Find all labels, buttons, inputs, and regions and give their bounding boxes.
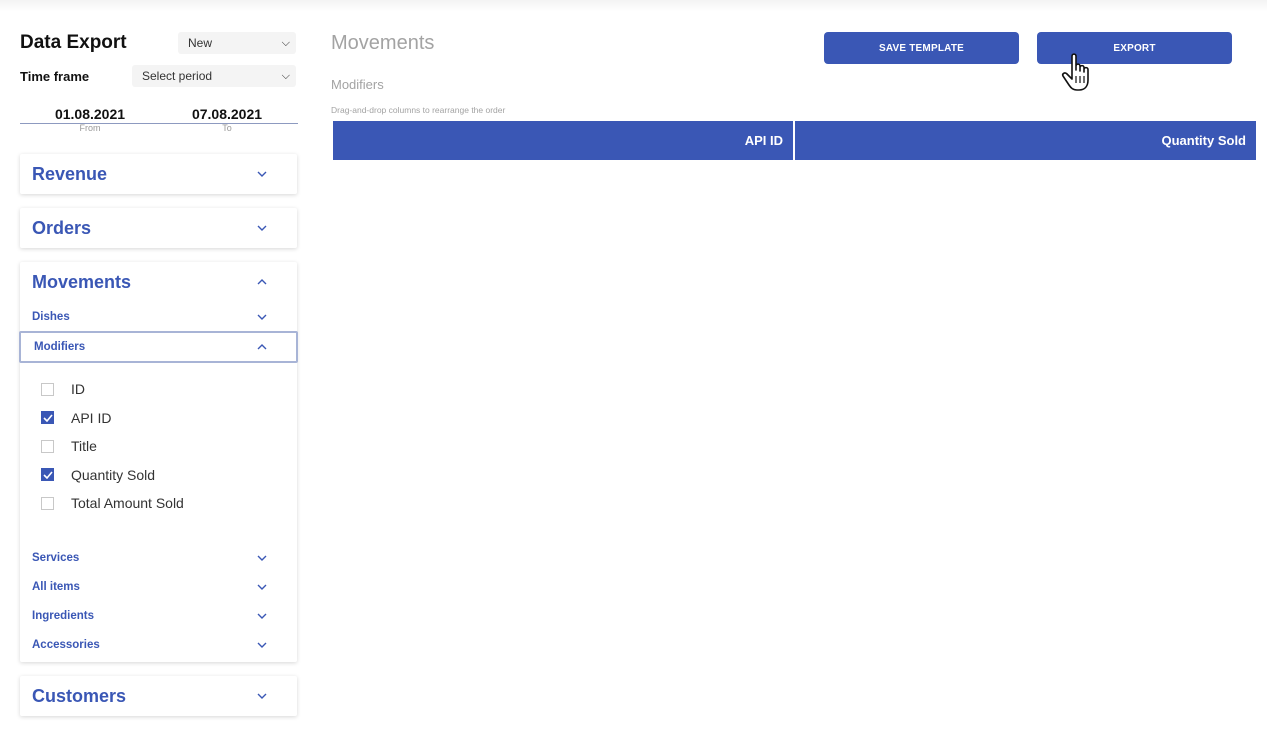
column-header-api-id[interactable]: API ID — [333, 121, 793, 160]
export-sidebar: Data Export New ⌵ Time frame Select peri… — [20, 30, 298, 88]
date-to-caption: To — [222, 123, 232, 133]
checkmark-icon[interactable] — [41, 468, 54, 482]
sub-item-label: Services — [32, 551, 80, 564]
date-from-field[interactable]: 01.08.2021 From — [28, 106, 152, 134]
section-title: Customers — [32, 685, 127, 706]
page-title: Data Export — [20, 32, 127, 53]
chevron-down-icon — [257, 693, 267, 699]
chevron-up-icon — [257, 344, 267, 350]
sub-item-all-items[interactable]: All items — [20, 572, 297, 601]
field-label: Title — [71, 438, 97, 455]
chevron-down-icon — [257, 584, 267, 590]
chevron-down-icon — [257, 314, 267, 320]
section-title: Revenue — [32, 163, 108, 184]
checkbox-unchecked[interactable] — [41, 496, 54, 510]
date-to-field[interactable]: 07.08.2021 To — [165, 106, 289, 134]
chevron-down-icon: ⌵ — [281, 36, 290, 49]
date-from-value: 01.08.2021 — [54, 106, 126, 122]
timeframe-row: Time frame Select period ⌵ — [20, 64, 298, 88]
sub-item-modifiers[interactable]: Modifiers — [19, 331, 298, 363]
chevron-down-icon — [257, 225, 267, 231]
hand-pointer-cursor-icon — [1061, 53, 1089, 91]
chevron-down-icon — [257, 613, 267, 619]
field-checkbox-title[interactable]: Title — [41, 432, 297, 461]
sub-item-services[interactable]: Services — [20, 543, 297, 572]
sub-item-label: Dishes — [32, 310, 70, 323]
period-select[interactable]: Select period ⌵ — [132, 65, 296, 87]
sub-item-label: Ingredients — [32, 609, 94, 622]
column-header-quantity-sold[interactable]: Quantity Sold — [795, 121, 1256, 160]
main-subtitle: Modifiers — [331, 77, 384, 92]
sub-item-label: All items — [32, 580, 80, 593]
field-checkbox-total-amount-sold[interactable]: Total Amount Sold — [41, 489, 297, 518]
field-checkbox-quantity-sold[interactable]: Quantity Sold — [41, 461, 297, 490]
sub-item-accessories[interactable]: Accessories — [20, 630, 297, 659]
sub-item-label: Accessories — [32, 638, 100, 651]
checkbox-unchecked[interactable] — [41, 439, 54, 453]
date-to-value: 07.08.2021 — [191, 106, 263, 122]
chevron-down-icon — [257, 171, 267, 177]
field-label: Total Amount Sold — [71, 495, 184, 512]
chevron-down-icon: ⌵ — [281, 69, 290, 82]
sub-item-dishes[interactable]: Dishes — [20, 302, 297, 331]
section-title: Movements — [32, 271, 132, 292]
chevron-down-icon — [257, 555, 267, 561]
section-orders: Orders — [20, 208, 297, 248]
checkbox-unchecked[interactable] — [41, 382, 54, 396]
chevron-up-icon — [257, 279, 267, 285]
modifier-field-list: ID API ID Title Quantity Sold Total Amou… — [20, 363, 297, 532]
sub-item-label: Modifiers — [34, 341, 86, 353]
section-customers: Customers — [20, 676, 297, 716]
field-label: API ID — [71, 409, 112, 426]
section-revenue: Revenue — [20, 154, 297, 194]
template-select[interactable]: New ⌵ — [178, 32, 296, 54]
section-title: Orders — [32, 217, 92, 238]
section-orders-toggle[interactable]: Orders — [20, 208, 297, 248]
section-movements-toggle[interactable]: Movements — [20, 262, 297, 302]
chevron-down-icon — [257, 642, 267, 648]
field-label: ID — [71, 381, 85, 398]
date-from-caption: From — [79, 123, 101, 133]
sidebar-header: Data Export New ⌵ — [20, 30, 298, 56]
field-checkbox-id[interactable]: ID — [41, 375, 297, 404]
timeframe-label: Time frame — [20, 68, 90, 84]
top-bar — [0, 0, 1267, 12]
template-select-value: New — [188, 36, 213, 50]
main-title: Movements — [331, 32, 435, 54]
section-movements: Movements Dishes Modifiers ID API ID Tit… — [19, 262, 298, 662]
section-revenue-toggle[interactable]: Revenue — [20, 154, 297, 194]
checkmark-icon[interactable] — [41, 411, 54, 425]
drag-hint: Drag-and-drop columns to rearrange the o… — [331, 105, 506, 115]
save-template-button[interactable]: SAVE TEMPLATE — [824, 32, 1019, 64]
section-customers-toggle[interactable]: Customers — [20, 676, 297, 716]
field-label: Quantity Sold — [71, 466, 156, 483]
field-checkbox-api-id[interactable]: API ID — [41, 404, 297, 433]
period-select-value: Select period — [142, 69, 213, 83]
sub-item-ingredients[interactable]: Ingredients — [20, 601, 297, 630]
